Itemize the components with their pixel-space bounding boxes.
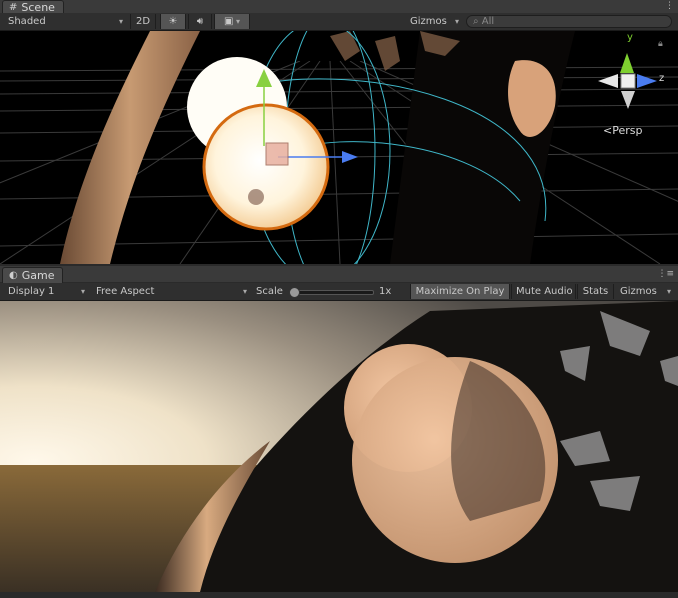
scale-label-text: Scale: [256, 286, 283, 297]
scene-gizmos-dropdown[interactable]: Gizmos: [406, 14, 462, 29]
display-label: Display 1: [8, 286, 55, 297]
game-viewport: [0, 301, 678, 592]
scene-gizmos-label: Gizmos: [410, 16, 447, 27]
game-tab-bar: ◐ Game ⋮≡: [0, 266, 678, 283]
toggle-2d-label: 2D: [135, 16, 151, 27]
search-icon: ⌕: [473, 16, 479, 27]
persp-label[interactable]: <Persp: [603, 124, 642, 137]
maximize-on-play-label: Maximize On Play: [415, 286, 505, 297]
scale-value-text: 1x: [379, 286, 392, 297]
maximize-on-play-toggle[interactable]: Maximize On Play: [410, 284, 510, 299]
move-center-handle[interactable]: [265, 142, 289, 166]
persp-chevron-icon: <: [603, 124, 613, 137]
shading-mode-dropdown[interactable]: Shaded: [4, 14, 126, 29]
tab-game[interactable]: ◐ Game: [2, 267, 64, 283]
stats-toggle[interactable]: Stats: [577, 284, 614, 299]
scale-label: Scale: [252, 284, 286, 299]
tab-scene-label: Scene: [21, 0, 55, 14]
dark-mesh: [390, 31, 575, 264]
scene-tab-bar: # Scene ⋮≡: [0, 0, 678, 21]
axis-z-label: z: [659, 73, 665, 84]
toggle-2d-button[interactable]: 2D: [130, 14, 156, 29]
speaker-icon: 🔊︎: [196, 16, 204, 27]
search-placeholder: All: [481, 16, 495, 27]
axis-y-label: y: [627, 32, 633, 43]
gamepad-icon: ◐: [9, 270, 18, 281]
shading-mode-label: Shaded: [8, 16, 46, 27]
lighting-toggle-button[interactable]: ☀: [160, 14, 186, 29]
tab-scene[interactable]: # Scene: [2, 0, 64, 14]
scene-search-input[interactable]: ⌕ All: [466, 15, 672, 28]
stats-label: Stats: [582, 286, 609, 297]
scale-value: 1x: [375, 284, 403, 299]
display-dropdown[interactable]: Display 1: [4, 284, 88, 299]
audio-toggle-button[interactable]: 🔊︎: [188, 14, 212, 29]
lock-icon[interactable]: 🔒︎: [658, 39, 663, 49]
game-toolbar: Display 1 Free Aspect Scale 1x Maximize …: [0, 283, 678, 301]
scale-slider-knob[interactable]: [289, 287, 300, 298]
tab-game-label: Game: [21, 269, 55, 282]
mute-audio-toggle[interactable]: Mute Audio: [511, 284, 576, 299]
aspect-label: Free Aspect: [96, 286, 155, 297]
effects-toggle-button[interactable]: ▣ ▾: [214, 14, 250, 29]
light-sphere-selected[interactable]: [202, 103, 330, 231]
game-gizmos-dropdown[interactable]: Gizmos: [616, 284, 674, 299]
game-gizmos-label: Gizmos: [620, 286, 657, 297]
aspect-dropdown[interactable]: Free Aspect: [92, 284, 250, 299]
grid-icon: #: [9, 1, 18, 13]
game-panel-menu-icon[interactable]: ⋮≡: [657, 269, 674, 279]
scene-viewport[interactable]: y z 🔒︎ <Persp: [0, 31, 678, 264]
scale-slider[interactable]: [290, 290, 374, 295]
persp-label-text: Persp: [612, 124, 643, 137]
sun-icon: ☀: [168, 16, 178, 27]
mute-audio-label: Mute Audio: [516, 286, 573, 297]
scene-toolbar: Shaded 2D ☀ 🔊︎ ▣ ▾ Gizmos ⌕ All: [0, 13, 678, 31]
